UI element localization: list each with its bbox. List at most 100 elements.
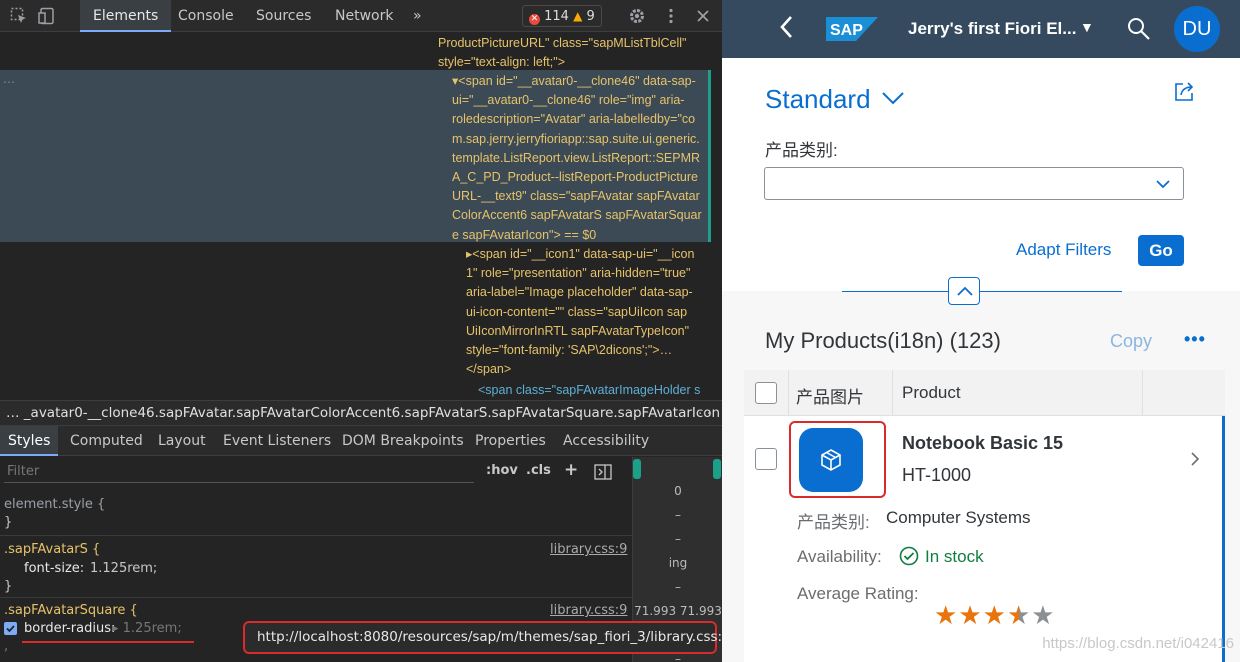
column-header-product[interactable]: Product: [902, 383, 961, 403]
rule-value[interactable]: ▸ 1.25rem;: [112, 621, 182, 636]
category-filter-select[interactable]: [764, 167, 1184, 200]
rule-value[interactable]: 1.125rem;: [90, 561, 157, 576]
annotation-underline: [22, 641, 194, 643]
dom-selected-line[interactable]: template.ListReport.view.ListReport::SEP…: [452, 149, 700, 168]
chevron-down-icon[interactable]: [880, 88, 906, 108]
rule-selector-avatar-s[interactable]: .sapFAvatarS {: [4, 542, 100, 557]
issues-badge[interactable]: ✕ 114 ▲ 9: [522, 5, 602, 27]
dom-selected-node-bar: [708, 70, 711, 242]
property-checkbox[interactable]: [4, 622, 17, 635]
avatar-highlight-box: [789, 421, 886, 498]
sap-logo-text: SAP: [830, 22, 863, 39]
star-icon: ★: [958, 600, 983, 630]
styles-pane-tabbar: Styles Computed Layout Event Listeners D…: [0, 426, 722, 456]
collapse-header-button[interactable]: [948, 277, 980, 305]
cls-toggle[interactable]: .cls: [526, 463, 551, 478]
sap-logo[interactable]: SAP: [826, 17, 878, 41]
tab-event-listeners[interactable]: Event Listeners: [215, 426, 339, 456]
share-icon[interactable]: [1172, 80, 1196, 104]
dom-child-line[interactable]: UiIconMirrorInRTL sapFAvatarTypeIcon": [466, 322, 689, 341]
app-title[interactable]: Jerry's first Fiori El...: [908, 19, 1076, 39]
dom-selected-line[interactable]: A_C_PD_Product--listReport-ProductPictur…: [452, 168, 698, 187]
computed-value: ing: [668, 556, 688, 570]
column-divider: [1142, 370, 1143, 416]
tab-layout[interactable]: Layout: [150, 426, 214, 456]
dom-line-last[interactable]: <span class="sapFAvatarImageHolder s: [478, 381, 700, 400]
header-divider: [842, 291, 1122, 292]
dom-child-line[interactable]: style="font-family: 'SAP\2dicons';">…: [466, 341, 672, 360]
rule-property[interactable]: font-size:: [24, 561, 84, 576]
check-circle-icon: [899, 546, 919, 566]
tab-properties[interactable]: Properties: [467, 426, 554, 456]
filter-bar: Standard 产品类别: Adapt Filters Go: [722, 58, 1240, 291]
dom-breadcrumb[interactable]: … _avatar0-__clone46.sapFAvatar.sapFAvat…: [0, 400, 722, 426]
chevron-right-icon[interactable]: [1188, 452, 1202, 466]
variant-title[interactable]: Standard: [765, 84, 871, 115]
copy-button[interactable]: Copy: [1110, 331, 1152, 352]
scrollbar-handle[interactable]: [713, 459, 721, 479]
close-icon[interactable]: [694, 7, 712, 25]
dom-child-line[interactable]: ▸<span id="__icon1" data-sap-ui="__icon: [466, 245, 694, 264]
rule-selector-element-style[interactable]: element.style {: [4, 497, 105, 512]
tab-styles[interactable]: Styles: [0, 426, 59, 456]
dom-selected-line[interactable]: ui="__avatar0-__clone46" role="img" aria…: [452, 91, 684, 110]
styles-filter-input[interactable]: Filter: [4, 461, 474, 483]
dom-selected-line[interactable]: ColorAccent6 sapFAvatarS sapFAvatarSquar: [452, 206, 702, 225]
dom-child-line[interactable]: 1" role="presentation" aria-hidden="true…: [466, 264, 690, 283]
rule-divider: [0, 597, 632, 598]
go-button[interactable]: Go: [1138, 235, 1184, 266]
select-all-checkbox[interactable]: [755, 382, 777, 404]
device-toolbar-icon[interactable]: [38, 7, 56, 25]
back-button[interactable]: [778, 14, 794, 45]
chevron-down-icon[interactable]: [1155, 176, 1171, 192]
warning-icon: ▲: [573, 9, 583, 23]
dom-selected-line[interactable]: m.sap.jerry.jerryfioriapp::sap.suite.ui.…: [452, 130, 700, 149]
rule-source-link[interactable]: library.css:9: [550, 542, 627, 557]
breadcrumb-text[interactable]: … _avatar0-__clone46.sapFAvatar.sapFAvat…: [6, 405, 720, 421]
search-icon[interactable]: [1126, 16, 1152, 42]
dom-selected-line[interactable]: ▾<span id="__avatar0-__clone46" data-sap…: [452, 72, 696, 91]
dom-child-line[interactable]: aria-label="Image placeholder" data-sap-: [466, 283, 693, 302]
dom-selected-line[interactable]: URL-__text9" class="sapFAvatar sapFAvata…: [452, 187, 700, 206]
gear-icon[interactable]: [628, 7, 646, 25]
scrollbar-handle[interactable]: [633, 459, 641, 479]
inspect-element-icon[interactable]: [10, 7, 28, 25]
star-icon: ★: [982, 600, 1007, 630]
column-divider: [788, 370, 789, 416]
column-header-picture[interactable]: 产品图片: [796, 383, 864, 408]
rule-selector-avatar-square[interactable]: .sapFAvatarSquare {: [4, 603, 138, 618]
tab-dom-breakpoints[interactable]: DOM Breakpoints: [334, 426, 472, 456]
table-row[interactable]: Notebook Basic 15 HT-1000 产品类别: Computer…: [744, 416, 1225, 662]
new-rule-button[interactable]: +: [564, 460, 578, 480]
products-table: 产品图片 Product Notebook Basic 15 HT-1000 产…: [744, 370, 1225, 662]
product-avatar[interactable]: [799, 428, 863, 492]
error-count: 114: [544, 9, 569, 24]
user-avatar[interactable]: DU: [1174, 6, 1220, 52]
breadcrumb-more[interactable]: …: [698, 403, 711, 418]
kebab-menu-icon[interactable]: [662, 7, 680, 25]
tab-console[interactable]: Console: [165, 0, 247, 32]
dom-selected-line[interactable]: roledescription="Avatar" aria-labelledby…: [452, 110, 695, 129]
dom-selected-line[interactable]: e sapFAvatarIcon"> == $0: [452, 226, 596, 245]
row-checkbox[interactable]: [755, 448, 777, 470]
tab-accessibility[interactable]: Accessibility: [555, 426, 657, 456]
rule-property[interactable]: border-radius:: [24, 621, 115, 636]
dom-child-line[interactable]: ui-icon-content="" class="sapUiIcon sap: [466, 303, 687, 322]
dom-node-dots[interactable]: …: [3, 72, 15, 86]
product-name[interactable]: Notebook Basic 15: [902, 433, 1063, 454]
app-title-caret-icon[interactable]: ▼: [1080, 19, 1094, 35]
dom-child-line[interactable]: </span>: [466, 360, 511, 379]
more-options-button[interactable]: •••: [1184, 329, 1206, 350]
tab-elements[interactable]: Elements: [80, 0, 172, 32]
hov-toggle[interactable]: :hov: [486, 463, 518, 478]
adapt-filters-button[interactable]: Adapt Filters: [1016, 240, 1111, 260]
tab-sources[interactable]: Sources: [243, 0, 324, 32]
table-header: 产品图片 Product: [744, 370, 1225, 416]
tab-network[interactable]: Network: [322, 0, 406, 32]
more-tabs-button[interactable]: »: [400, 0, 435, 32]
sidebar-toggle-icon[interactable]: [594, 464, 612, 484]
rule-source-link[interactable]: library.css:9: [550, 603, 627, 618]
chevron-up-icon: [957, 286, 973, 296]
warning-count: 9: [586, 9, 595, 24]
tab-computed[interactable]: Computed: [62, 426, 151, 456]
